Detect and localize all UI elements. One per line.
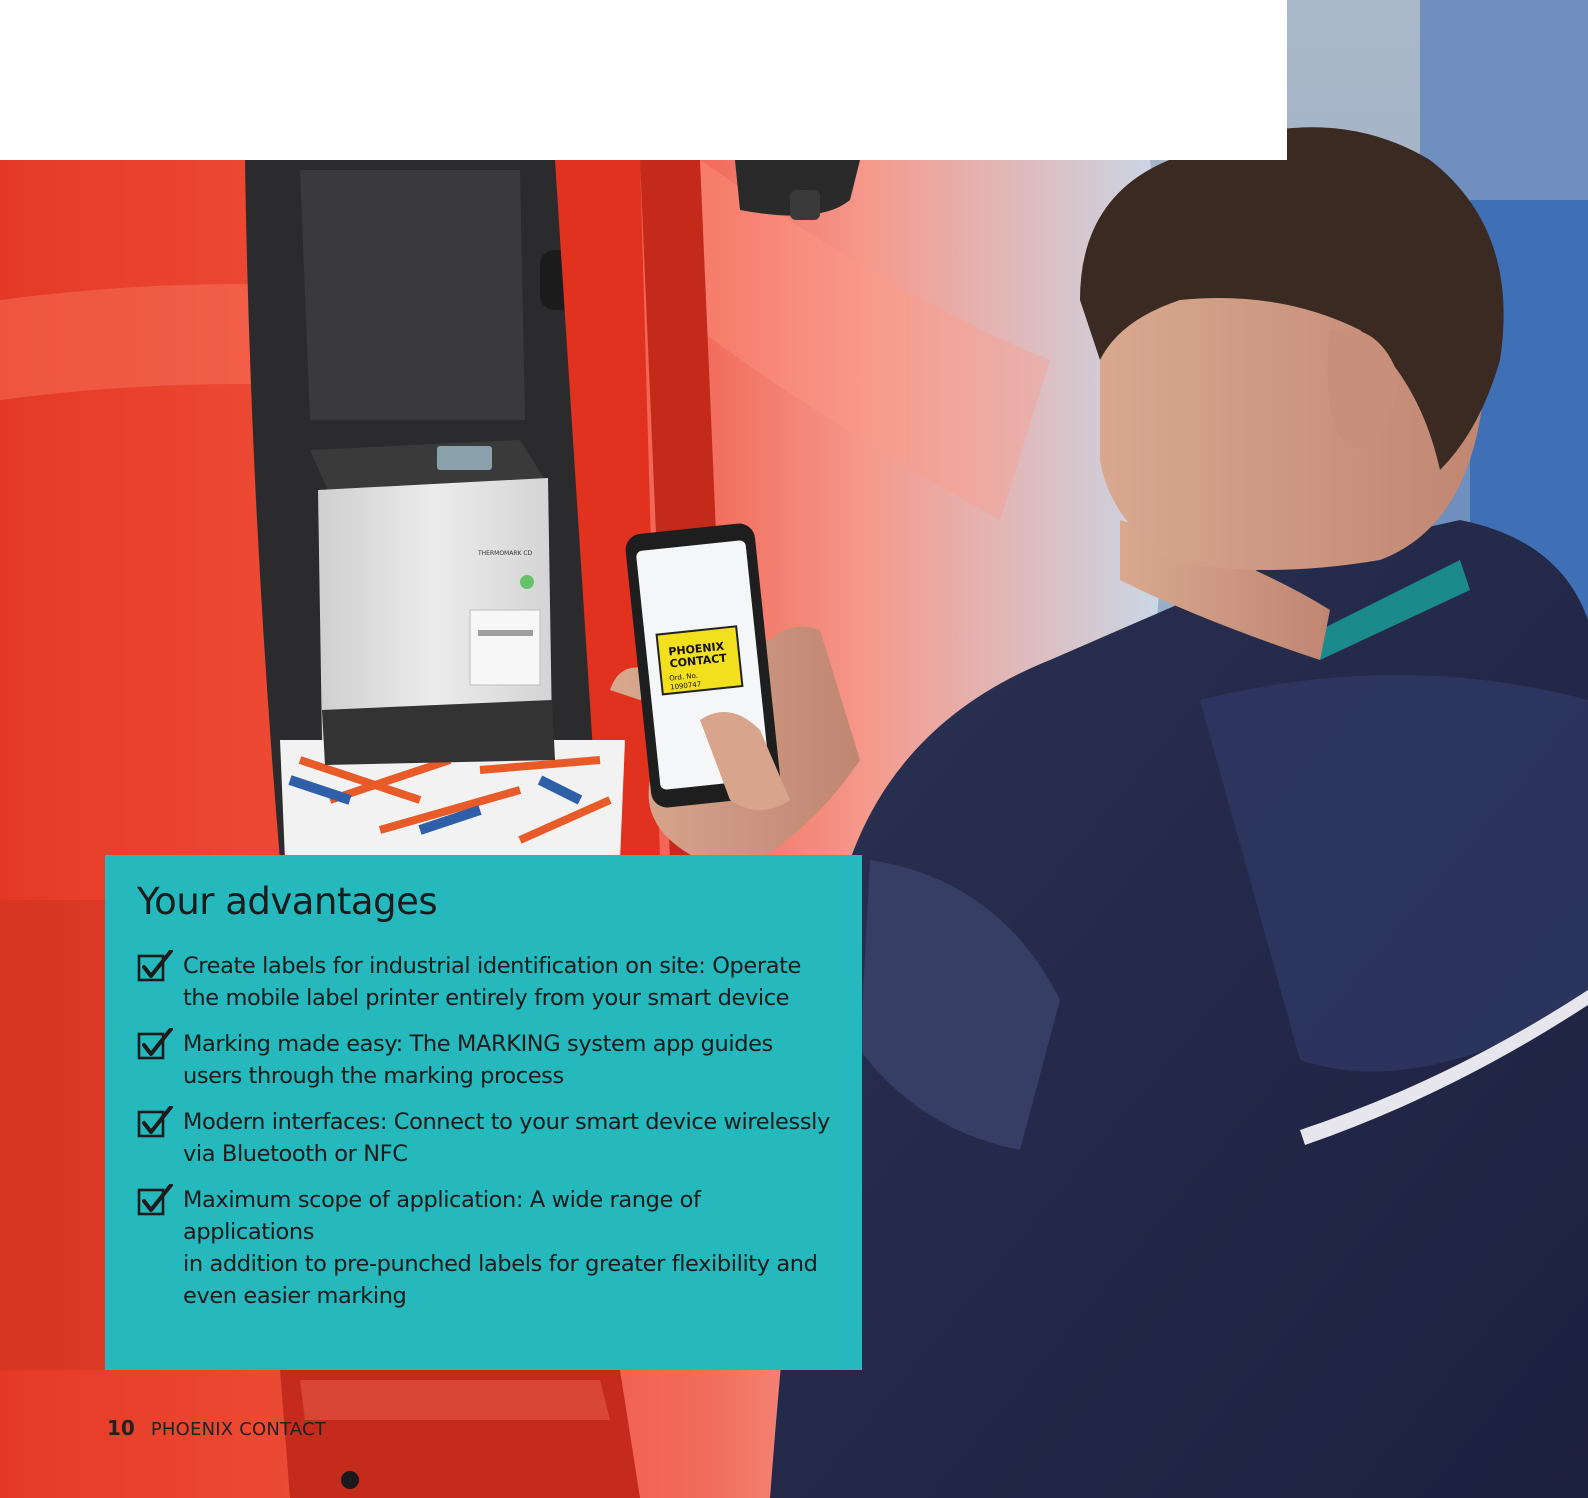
checked-box-icon bbox=[137, 950, 173, 982]
advantage-line: even easier marking bbox=[183, 1283, 407, 1309]
footer-brand: PHOENIX CONTACT bbox=[150, 1419, 326, 1440]
advantages-list: Create labels for industrial identificat… bbox=[137, 950, 832, 1312]
checked-box-icon bbox=[137, 1106, 173, 1138]
advantage-line: Maximum scope of application: A wide ran… bbox=[183, 1187, 701, 1245]
advantage-item: Create labels for industrial identificat… bbox=[137, 950, 832, 1014]
advantage-line: Marking made easy: The MARKING system ap… bbox=[183, 1031, 773, 1057]
advantages-title: Your advantages bbox=[137, 880, 438, 923]
advantage-text: Maximum scope of application: A wide ran… bbox=[183, 1184, 832, 1312]
advantage-item: Marking made easy: The MARKING system ap… bbox=[137, 1028, 832, 1092]
checked-box-icon bbox=[137, 1028, 173, 1060]
printer-brand-text: THERMOMARK CD bbox=[477, 550, 533, 557]
page-footer: 10 PHOENIX CONTACT bbox=[107, 1416, 326, 1440]
page-number: 10 bbox=[107, 1416, 135, 1440]
advantage-line: via Bluetooth or NFC bbox=[183, 1141, 408, 1167]
advantage-line: Modern interfaces: Connect to your smart… bbox=[183, 1109, 830, 1135]
advantage-line: in addition to pre-punched labels for gr… bbox=[183, 1251, 818, 1277]
advantages-panel: Your advantages Create labels for indust… bbox=[105, 855, 862, 1370]
advantage-line: users through the marking process bbox=[183, 1063, 564, 1089]
advantage-line: Create labels for industrial identificat… bbox=[183, 953, 801, 979]
advantage-text: Marking made easy: The MARKING system ap… bbox=[183, 1028, 773, 1092]
advantage-item: Maximum scope of application: A wide ran… bbox=[137, 1184, 832, 1312]
top-white-margin bbox=[0, 0, 1287, 160]
checked-box-icon bbox=[137, 1184, 173, 1216]
advantage-item: Modern interfaces: Connect to your smart… bbox=[137, 1106, 832, 1170]
advantage-text: Modern interfaces: Connect to your smart… bbox=[183, 1106, 830, 1170]
advantage-text: Create labels for industrial identificat… bbox=[183, 950, 801, 1014]
advantage-line: the mobile label printer entirely from y… bbox=[183, 985, 790, 1011]
